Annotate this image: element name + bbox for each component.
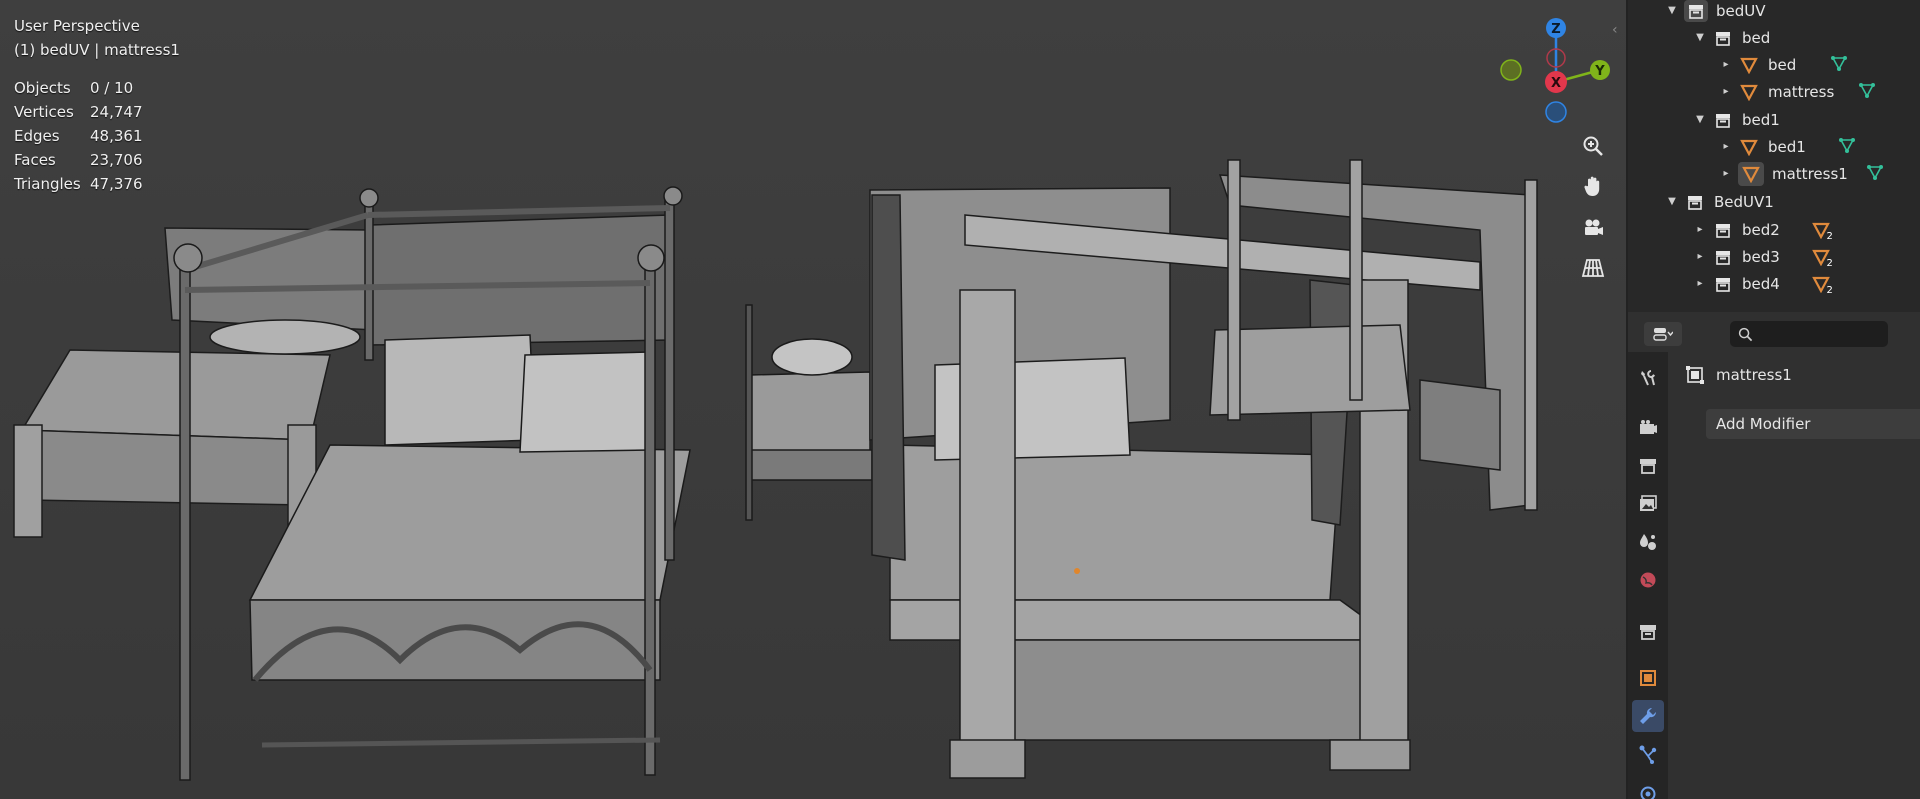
object-mesh-icon [1738,55,1760,75]
camera-icon[interactable] [1575,210,1611,246]
tab-view-layer[interactable] [1632,488,1664,520]
outliner-item-bed-mesh[interactable]: ▸ bed [1718,51,1848,78]
expand-arrow-icon[interactable]: ▸ [1718,141,1734,152]
collection-icon [1712,274,1734,294]
object-count-badge[interactable]: 2 [1811,275,1835,296]
expand-arrow-icon[interactable]: ▼ [1664,196,1680,207]
tab-physics[interactable] [1632,776,1664,799]
stat-vertices: Vertices 24,747 [14,103,143,121]
view-layer-icon [1640,495,1657,511]
expand-arrow-icon[interactable]: ▸ [1718,168,1734,179]
stat-edges: Edges 48,361 [14,127,143,145]
collection-icon [1684,192,1706,212]
outliner-item-beduv[interactable]: ▼ bedUV [1664,0,1776,24]
collection-icon [1712,110,1734,130]
expand-arrow-icon[interactable]: ▸ [1718,86,1734,97]
outliner-item-bed-collection[interactable]: ▼ bed [1692,24,1780,51]
tab-tool[interactable] [1632,362,1664,394]
object-mesh-icon [1738,82,1760,102]
outliner-item-bed4[interactable]: ▸ bed4 2 [1692,270,1835,297]
expand-arrow-icon[interactable]: ▸ [1692,278,1708,289]
svg-text:Z: Z [1551,22,1560,37]
right-panels: ▼ bedUV ▼ bed ▸ bed ▸ mattress ▼ bed1 ▸ … [1626,0,1920,799]
tab-object[interactable] [1632,662,1664,694]
stat-triangles: Triangles 47,376 [14,175,143,193]
expand-arrow-icon[interactable]: ▸ [1692,251,1708,262]
object-icon [1640,670,1656,686]
editor-type-dropdown[interactable] [1644,322,1682,346]
object-mesh-icon [1738,161,1764,186]
sidebar-toggle-icon[interactable]: ‹ [1612,22,1618,38]
outliner-item-beduv1[interactable]: ▼ BedUV1 [1664,188,1784,215]
search-icon [1738,327,1753,341]
svg-text:Y: Y [1594,64,1605,79]
outliner-item-bed2[interactable]: ▸ bed2 2 [1692,216,1835,243]
collection-icon [1712,28,1734,48]
stat-objects: Objects 0 / 10 [14,79,134,97]
render-icon [1640,420,1657,434]
outliner-item-bed3[interactable]: ▸ bed3 2 [1692,243,1835,270]
neg-y-axis-icon [1500,59,1522,81]
search-input[interactable] [1759,326,1879,342]
expand-arrow-icon[interactable]: ▸ [1718,59,1734,70]
properties-tabs [1628,352,1668,799]
collection-icon [1712,247,1734,267]
grid-perspective-icon[interactable] [1575,250,1611,286]
tab-render[interactable] [1632,412,1664,444]
view-context: (1) bedUV | mattress1 [14,41,180,59]
outliner-item-mattress1[interactable]: ▸ mattress1 [1718,160,1884,187]
active-object-header: mattress1 [1686,362,1792,388]
object-count-badge[interactable]: 2 [1811,248,1835,269]
mesh-data-icon[interactable] [1866,163,1884,185]
tab-world[interactable] [1632,564,1664,596]
tab-output[interactable] [1632,450,1664,482]
collection-tab-icon [1640,625,1656,640]
viewport-overlay-text: User Perspective (1) bedUV | mattress1 O… [14,14,180,196]
object-icon [1686,366,1704,384]
scene-icon [1640,534,1656,550]
add-modifier-button[interactable]: Add Modifier [1706,409,1920,439]
expand-arrow-icon[interactable]: ▼ [1664,5,1680,16]
view-name: User Perspective [14,17,140,35]
tool-icon [1641,370,1655,386]
scene-render[interactable] [0,0,1626,799]
properties-body: mattress1 Add Modifier [1668,352,1920,799]
outliner-item-bed1-collection[interactable]: ▼ bed1 [1692,106,1790,133]
output-icon [1640,459,1656,474]
pan-hand-icon[interactable] [1575,168,1611,204]
mesh-data-icon[interactable] [1858,81,1876,103]
editor-type-icon [1653,328,1673,341]
svg-text:X: X [1551,76,1561,91]
3d-viewport[interactable]: User Perspective (1) bedUV | mattress1 O… [0,0,1626,799]
physics-icon [1640,786,1656,799]
tab-modifiers[interactable] [1632,700,1664,732]
expand-arrow-icon[interactable]: ▸ [1692,224,1708,235]
wrench-icon [1640,707,1657,724]
stat-faces: Faces 23,706 [14,151,143,169]
mesh-data-icon[interactable] [1838,136,1856,158]
outliner[interactable]: ▼ bedUV ▼ bed ▸ bed ▸ mattress ▼ bed1 ▸ … [1628,0,1920,312]
outliner-item-mattress[interactable]: ▸ mattress [1718,78,1876,105]
properties-search[interactable] [1730,321,1888,347]
object-count-badge[interactable]: 2 [1811,221,1835,242]
collection-icon [1684,0,1708,22]
world-icon [1640,572,1656,588]
collection-icon [1712,220,1734,240]
neg-z-axis-icon [1545,101,1567,123]
expand-arrow-icon[interactable]: ▼ [1692,32,1708,43]
navigation-gizmo[interactable]: Z Y X [1496,12,1616,127]
outliner-item-bed1-mesh[interactable]: ▸ bed1 [1718,133,1856,160]
expand-arrow-icon[interactable]: ▼ [1692,114,1708,125]
tab-scene[interactable] [1632,526,1664,558]
active-object-name: mattress1 [1716,366,1792,384]
zoom-icon[interactable] [1575,128,1611,164]
tab-particles[interactable] [1632,738,1664,770]
particles-icon [1639,745,1657,764]
object-mesh-icon [1738,137,1760,157]
properties-header [1628,316,1920,352]
mesh-data-icon[interactable] [1830,54,1848,76]
tab-collection[interactable] [1632,616,1664,648]
